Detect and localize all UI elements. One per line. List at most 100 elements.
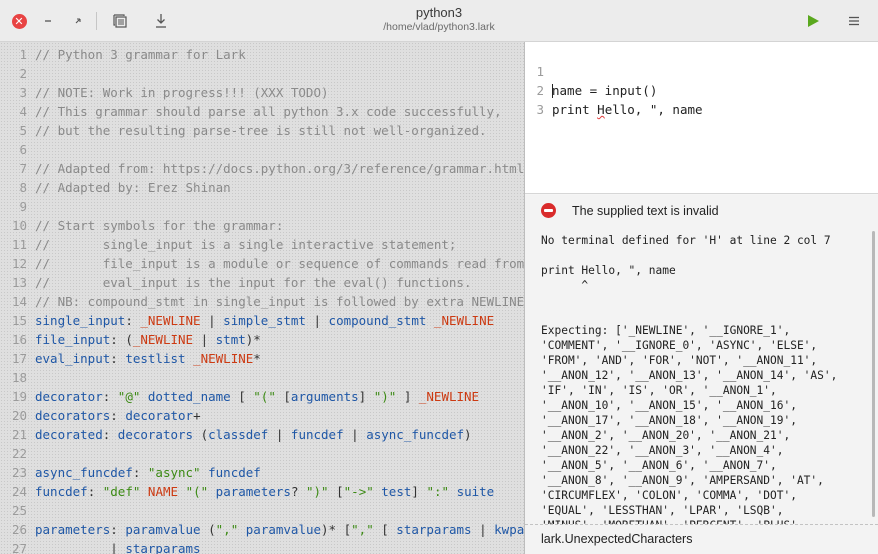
code-line: 7 // Adapted from: https://docs.python.or… [0,159,524,178]
code-line: 26 parameters: paramvalue ("," paramvalue… [0,520,524,539]
error-message: No terminal defined for 'H' at line 2 co… [541,233,871,548]
code-line: 17 eval_input: testlist _NEWLINE* [0,349,524,368]
code-line: 5 // but the resulting parse-tree is stil… [0,121,524,140]
rule-token: async_funcdef [35,465,133,480]
rule-token: single_input [35,313,126,328]
line-number: 21 [11,427,27,442]
rule-token: arguments [290,389,359,404]
text-after-error: ello, ", name [604,102,703,117]
code-text: // This grammar should parse all python … [35,102,502,121]
rule-token: classdef [208,427,269,442]
string-token: ")" [373,389,397,404]
punct-token: ? [290,484,306,499]
code-text: decorators: decorator+ [35,406,201,425]
line-number: 13 [11,275,27,290]
title-bar: ✕ python3 /home/vlad/python3.lark [0,0,878,42]
code-line: 15 single_input: _NEWLINE | simple_stmt |… [0,311,524,330]
punct-token: : [87,484,103,499]
terminal-token: _NEWLINE [140,313,201,328]
rule-token: testlist [125,351,186,366]
line-number: 14 [11,294,27,309]
rule-token: decorated [35,427,103,442]
punct-token [449,484,457,499]
code-line: 8 // Adapted by: Erez Shinan [0,178,524,197]
rule-token: parameters [215,484,291,499]
code-line: 9 [0,197,524,216]
code-line: 27 | starparams [0,539,524,554]
punct-token [238,522,246,537]
line-number: 6 [19,142,27,157]
code-line: 10 // Start symbols for the grammar: [0,216,524,235]
line-number: 24 [11,484,27,499]
error-message-line: '__ANON_12', '__ANON_13', '__ANON_14', '… [541,369,838,382]
line-number: 3 [536,102,544,117]
code-text: decorator: "@" dotted_name [ "(" [argume… [35,387,479,406]
menu-button[interactable] [845,0,863,42]
line-number: 25 [11,503,27,518]
input-editor[interactable]: 1 name = input() 2 print Hello, ", name … [525,42,878,194]
punct-token: [ [373,522,397,537]
string-token: "," [215,522,239,537]
string-token: "async" [147,465,201,480]
code-text: // NOTE: Work in progress!!! (XXX TODO) [35,83,329,102]
line-number: 8 [19,180,27,195]
punct-token: ] [396,389,419,404]
rule-token: decorator [125,408,194,423]
rule-token: starparams [396,522,472,537]
line-number: 3 [19,85,27,100]
input-line: 2 print Hello, ", name [525,62,702,117]
code-line: 2 [0,64,524,83]
comment-token: // file_input is a module or sequence of… [35,256,524,271]
code-line: 20 decorators: decorator+ [0,406,524,425]
rule-token: funcdef [290,427,344,442]
code-text: file_input: (_NEWLINE | stmt)* [35,330,261,349]
line-number: 26 [11,522,27,537]
code-line: 22 [0,444,524,463]
comment-token: // Python 3 grammar for Lark [35,47,246,62]
string-token: "@" [117,389,141,404]
code-text: | starparams [35,539,200,554]
code-line: 23 async_funcdef: "async" funcdef [0,463,524,482]
rule-token: funcdef [208,465,261,480]
code-line: 3 // NOTE: Work in progress!!! (XXX TODO) [0,83,524,102]
error-message-line [541,308,871,323]
scrollbar[interactable] [872,231,875,517]
punct-token: ( [200,522,216,537]
error-icon [541,203,556,218]
punct-token: : [110,408,126,423]
code-text: // NB: compound_stmt in single_input is … [35,292,524,311]
input-code[interactable]: 1 name = input() 2 print Hello, ", name … [525,43,702,117]
rule-token: paramvalue [125,522,201,537]
run-button[interactable] [803,0,823,42]
code-text: funcdef: "def" NAME "(" parameters? ")" … [35,482,494,501]
code-text: single_input: _NEWLINE | simple_stmt | c… [35,311,494,330]
error-footer: lark.UnexpectedCharacters [525,524,878,554]
terminal-token: _NEWLINE [418,389,480,404]
line-number: 15 [11,313,27,328]
error-message-line: 'CIRCUMFLEX', 'COLON', 'COMMA', 'DOT', [541,489,797,502]
text-cursor [552,84,553,98]
punct-token [201,465,209,480]
code-text: eval_input: testlist _NEWLINE* [35,349,261,368]
error-message-line: 'COMMENT', '__IGNORE_0', 'ASYNC', 'ELSE'… [541,339,818,352]
error-message-line: No terminal defined for 'H' at line 2 co… [541,234,831,247]
code-text: // Adapted by: Erez Shinan [35,178,231,197]
error-message-line: '__ANON_17', '__ANON_18', '__ANON_19', [541,414,797,427]
punct-token: [ [275,389,291,404]
punct-token: : ( [110,332,133,347]
grammar-code[interactable]: 1 // Python 3 grammar for Lark 2 3 // NOTE: … [0,45,524,554]
terminal-token: _NEWLINE [433,313,495,328]
grammar-editor[interactable]: 1 // Python 3 grammar for Lark 2 3 // NOTE: … [0,42,524,554]
code-line: 25 [0,501,524,520]
punct-token: | [343,427,367,442]
line-number: 1 [19,47,27,62]
error-message-line [541,293,871,308]
line-number: 18 [11,370,27,385]
rule-token: file_input [35,332,111,347]
punct-token: ) [464,427,472,442]
rule-token: kwparams [494,522,524,537]
input-line-text: print Hello, ", name [552,100,703,119]
punct-token: [ [230,389,254,404]
rule-token: decorators [35,408,111,423]
line-number: 16 [11,332,27,347]
